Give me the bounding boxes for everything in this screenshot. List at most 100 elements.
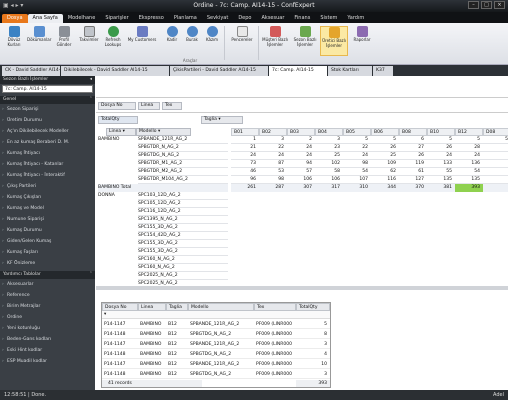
pivot-row-label[interactable]: SPC155_3D_AG_2 <box>138 240 228 248</box>
pivot-row-label[interactable]: SPC116_12D_AG_2 <box>138 208 228 216</box>
pivot-cell[interactable]: 3 <box>315 136 343 144</box>
pivot-cell[interactable]: 94 <box>287 160 315 168</box>
detail-cell[interactable]: PF009 (LINR000 <box>254 361 296 369</box>
pivot-cell[interactable]: 24 <box>287 152 315 160</box>
sidebar-item[interactable]: Eski Hint kodlar <box>0 345 95 356</box>
detail-cell[interactable]: PF009 (LINR000 <box>254 351 296 359</box>
pivot-total-cell[interactable] <box>483 184 508 192</box>
tab-depo[interactable]: Depo <box>233 14 256 23</box>
sidebar-item[interactable]: Sezon Siparişi <box>0 104 95 115</box>
detail-filter-row[interactable]: ▾ <box>102 311 330 319</box>
detail-column-header[interactable]: TotalQty <box>296 303 330 311</box>
pivot-cell[interactable]: 96 <box>231 176 259 184</box>
detail-column-header[interactable]: Taglia <box>166 303 188 311</box>
pivot-column-header[interactable]: B02 <box>259 128 287 136</box>
tab-sistem[interactable]: Sistem <box>315 14 342 23</box>
pivot-column-header[interactable]: B10 <box>427 128 455 136</box>
detail-column-header[interactable]: Dosya No <box>102 303 138 311</box>
sidebar-item[interactable]: Kumaş ve Model <box>0 203 95 214</box>
pivot-cell[interactable]: 54 <box>455 168 483 176</box>
sidebar-item[interactable]: Reference <box>0 290 95 301</box>
pivot-cell[interactable]: 24 <box>287 144 315 152</box>
pivot-cell[interactable]: 127 <box>399 176 427 184</box>
pivot-cell[interactable]: 87 <box>259 160 287 168</box>
doc-tab-cikispartileri[interactable]: ÇikisPartileri - David Saddler AI14-15 <box>170 66 268 76</box>
detail-cell[interactable]: 8 <box>296 331 330 339</box>
pivot-cell[interactable]: 24 <box>343 152 371 160</box>
sidebar-item[interactable]: Ordine <box>0 312 95 323</box>
pivot-row-label[interactable]: SPBGTDR_M104_AG_2 <box>138 176 228 184</box>
detail-cell[interactable]: BAMBINO <box>138 351 166 359</box>
pivot-cell[interactable]: 5 <box>427 136 455 144</box>
tab-modelhane[interactable]: Modelhane <box>63 14 101 23</box>
detail-cell[interactable]: BAMBINO <box>138 361 166 369</box>
sidebar-item[interactable]: Kumaş İhtiyacı <box>0 148 95 159</box>
pivot-cell[interactable]: 28 <box>455 144 483 152</box>
tab-aksesuar[interactable]: Aksesuar <box>257 14 290 23</box>
pivot-cell[interactable]: 116 <box>371 176 399 184</box>
doc-tab-stok-kartlari[interactable]: Stok Kartları <box>328 66 372 76</box>
pivot-cell[interactable]: 54 <box>343 168 371 176</box>
pivot-cell[interactable]: 23 <box>315 144 343 152</box>
pivot-cell[interactable]: 57 <box>287 168 315 176</box>
pivot-total-cell[interactable]: 261 <box>231 184 259 192</box>
detail-cell[interactable]: 3 <box>296 371 330 379</box>
pivot-cell[interactable]: 5 <box>455 136 483 144</box>
sidebar-item[interactable]: Birim Metrajlar <box>0 301 95 312</box>
pivot-row-label[interactable]: SPC155_3D_AG_2 <box>138 224 228 232</box>
tab-yardim[interactable]: Yardım <box>342 14 369 23</box>
pivot-row-label[interactable]: SPBANDE_121R_AG_2 <box>138 136 228 144</box>
pivot-cell[interactable]: 135 <box>455 176 483 184</box>
profil-gonder-button[interactable]: Profil Gönder <box>52 26 76 56</box>
pivot-cell[interactable]: 58 <box>315 168 343 176</box>
doc-tab-camp[interactable]: 7c: Camp. AI14-15 <box>269 66 327 76</box>
uretici-bazli-button[interactable]: Üretici Bazlı İşlemler <box>320 26 348 56</box>
pivot-cell[interactable]: 133 <box>427 160 455 168</box>
splitter[interactable] <box>96 286 508 290</box>
sidebar-item[interactable]: Aksesuarlar <box>0 279 95 290</box>
sidebar-item[interactable]: Kumaş Çıkışları <box>0 192 95 203</box>
musteri-bazli-button[interactable]: Müşteri Bazlı İşlemler <box>260 26 290 56</box>
detail-cell[interactable]: P14-1148 <box>102 371 138 379</box>
pivot-cell[interactable]: 21 <box>231 144 259 152</box>
raporlar-button[interactable]: Raporlar <box>350 26 374 56</box>
pivot-cell[interactable]: 61 <box>399 168 427 176</box>
pivot-row-label[interactable]: SPBGTDR_N_AG_2 <box>138 144 228 152</box>
pivot-cell[interactable]: 22 <box>259 144 287 152</box>
pivot-cell[interactable]: 119 <box>399 160 427 168</box>
pivot-total-cell[interactable]: 344 <box>371 184 399 192</box>
pivot-cell[interactable]: 25 <box>315 152 343 160</box>
pivot-row-label[interactable]: SPC1395_N_AG_2 <box>138 216 228 224</box>
pivot-cell[interactable]: 3 <box>259 136 287 144</box>
pivot-cell[interactable]: 26 <box>399 152 427 160</box>
pivot-cell[interactable]: 53 <box>259 168 287 176</box>
detail-cell[interactable]: PF009 (LINR000 <box>254 341 296 349</box>
pivot-cell[interactable]: 98 <box>259 176 287 184</box>
pivot-cell[interactable]: 1 <box>231 136 259 144</box>
sidebar-item[interactable]: Üretim Durumu <box>0 115 95 126</box>
pivot-row-label[interactable]: SPBGTDG_N_AG_2 <box>138 152 228 160</box>
tab-finans[interactable]: Finans <box>289 14 315 23</box>
sidebar-item[interactable]: KF Önizleme <box>0 258 95 269</box>
pivot-cell[interactable]: 98 <box>343 160 371 168</box>
pivot-cell[interactable]: 106 <box>287 176 315 184</box>
detail-cell[interactable]: P14-1147 <box>102 341 138 349</box>
sezon-bazli-button[interactable]: Sezon Bazlı İşlemler <box>291 26 319 56</box>
pivot-total-cell[interactable]: 287 <box>259 184 287 192</box>
group-genel[interactable]: Genel ˄ <box>0 96 95 104</box>
detail-cell[interactable]: PF009 (LINR000 <box>254 331 296 339</box>
pivot-cell[interactable]: 102 <box>315 160 343 168</box>
sidebar-item[interactable]: Çıkış Partileri <box>0 181 95 192</box>
pivot-cell[interactable]: 25 <box>371 152 399 160</box>
detail-cell[interactable]: BAMBINO <box>138 321 166 329</box>
detail-column-header[interactable]: Linea <box>138 303 166 311</box>
pivot-row-label[interactable]: SPC155_3D_AG_2 <box>138 248 228 256</box>
pivot-cell[interactable]: 109 <box>371 160 399 168</box>
kazim-button[interactable]: Kâzım <box>200 26 224 56</box>
doviz-kurlari-button[interactable]: Dövüz Kurları <box>2 26 26 56</box>
minimize-button[interactable]: – <box>468 1 479 9</box>
detail-column-header[interactable]: Modello <box>188 303 254 311</box>
pivot-cell[interactable] <box>483 160 508 168</box>
pivot-total-cell[interactable]: 393 <box>455 184 483 192</box>
pivot-row-label[interactable]: SPC160_N_AG_2 <box>138 256 228 264</box>
